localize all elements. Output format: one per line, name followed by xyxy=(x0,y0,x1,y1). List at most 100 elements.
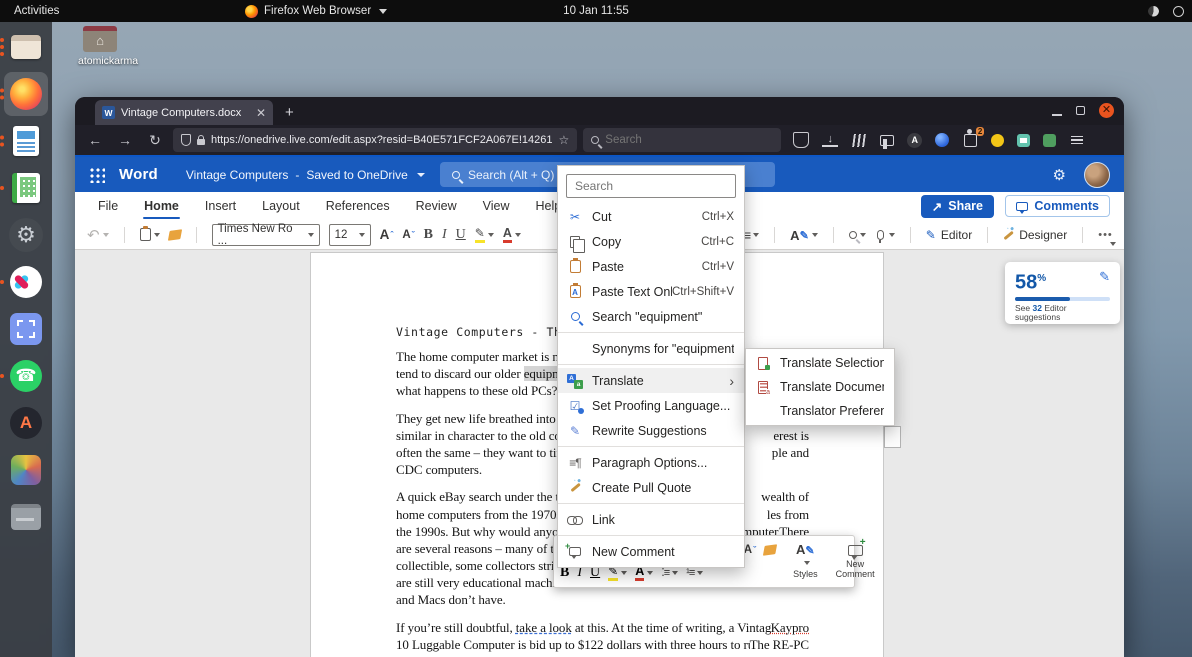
tray-status-icon[interactable] xyxy=(1148,6,1159,17)
tab-references[interactable]: References xyxy=(313,194,403,218)
tracking-shield-icon[interactable] xyxy=(181,134,191,146)
menu-item-paste-text-only[interactable]: APaste Text OnlyCtrl+Shift+V xyxy=(558,279,744,304)
menu-item-create-pull-quote[interactable]: Create Pull Quote xyxy=(558,475,744,500)
extension-icon-yellow[interactable] xyxy=(991,134,1004,147)
font-size-select[interactable]: 12 xyxy=(329,224,371,246)
account-icon[interactable]: A xyxy=(907,133,922,148)
word-app-name[interactable]: Word xyxy=(119,166,158,183)
context-menu-search[interactable] xyxy=(566,174,736,198)
paste-button[interactable] xyxy=(140,228,160,241)
extension-icon-green[interactable] xyxy=(1043,134,1056,147)
grow-font-button[interactable]: Aˆ xyxy=(380,227,394,242)
dock-item-slack[interactable] xyxy=(4,260,48,304)
new-comment-button[interactable]: New Comment xyxy=(829,536,882,587)
dictate-button[interactable] xyxy=(875,230,895,240)
share-button[interactable]: ↗ Share xyxy=(921,195,994,218)
font-color-button[interactable]: A xyxy=(503,226,521,243)
menu-item-search-equipment[interactable]: Search "equipment" xyxy=(558,304,744,329)
undo-button[interactable]: ↶ xyxy=(87,226,109,244)
tab-layout[interactable]: Layout xyxy=(249,194,313,218)
context-menu-search-input[interactable] xyxy=(575,179,727,193)
tab-insert[interactable]: Insert xyxy=(192,194,249,218)
library-icon[interactable] xyxy=(852,134,866,147)
dock-item-settings[interactable]: ⚙ xyxy=(4,213,48,257)
submenu-item-translator-preferences[interactable]: Translator Preferences... xyxy=(746,399,894,423)
account-avatar[interactable] xyxy=(1084,162,1110,188)
designer-button[interactable]: Designer xyxy=(1003,228,1067,242)
underline-button[interactable]: U xyxy=(456,227,466,243)
close-button[interactable]: ✕ xyxy=(1099,103,1114,118)
menu-item-set-proofing-language[interactable]: ☑Set Proofing Language... xyxy=(558,393,744,418)
menu-item-paragraph-options[interactable]: ≡¶Paragraph Options... xyxy=(558,450,744,475)
forward-button[interactable]: → xyxy=(113,132,137,148)
dock-item-app-a[interactable]: A xyxy=(4,401,48,445)
document-title[interactable]: Vintage Computers xyxy=(186,168,289,182)
spelling-suggestion[interactable]: Kaypro xyxy=(771,619,809,636)
save-status[interactable]: Saved to OneDrive xyxy=(306,168,407,182)
dock-item-drive[interactable] xyxy=(4,495,48,539)
extensions-puzzle-icon[interactable] xyxy=(964,134,977,147)
dock-item-libreoffice-calc[interactable] xyxy=(4,166,48,210)
tab-review[interactable]: Review xyxy=(403,194,470,218)
dock-item-files[interactable] xyxy=(4,25,48,69)
shrink-font-button[interactable]: Aˇ xyxy=(402,229,414,241)
url-text[interactable]: https://onedrive.live.com/edit.aspx?resi… xyxy=(211,134,553,146)
find-button[interactable] xyxy=(849,231,866,239)
submenu-item-translate-document[interactable]: Translate Document xyxy=(746,375,894,399)
clock[interactable]: 10 Jan 11:55 xyxy=(0,5,1192,17)
dock-item-whatsapp[interactable]: ☎ xyxy=(4,354,48,398)
tab-close-icon[interactable]: ✕ xyxy=(256,106,266,120)
bookmark-star-icon[interactable]: ☆ xyxy=(559,133,570,147)
format-painter-icon[interactable] xyxy=(763,544,777,556)
submenu-item-translate-selection[interactable]: Translate Selection xyxy=(746,351,894,375)
dock-item-photos[interactable] xyxy=(4,448,48,492)
app-launcher-waffle-icon[interactable] xyxy=(89,167,105,183)
new-tab-button[interactable]: + xyxy=(285,104,294,121)
menu-item-paste[interactable]: PasteCtrl+V xyxy=(558,254,744,279)
back-button[interactable]: ← xyxy=(83,132,107,148)
dock-item-screenshot[interactable] xyxy=(4,307,48,351)
privacy-shield-icon[interactable] xyxy=(793,132,809,148)
ribbon-more-button[interactable]: ••• xyxy=(1098,229,1113,241)
menu-item-translate[interactable]: Translate› xyxy=(558,368,744,393)
editor-button[interactable]: ✎Editor xyxy=(926,228,972,242)
url-bar[interactable]: https://onedrive.live.com/edit.aspx?resi… xyxy=(173,128,577,152)
dock-item-libreoffice-writer[interactable] xyxy=(4,119,48,163)
lock-icon[interactable] xyxy=(197,139,205,145)
minimize-button[interactable] xyxy=(1052,114,1062,116)
tray-power-icon[interactable] xyxy=(1173,6,1184,17)
menu-item-cut[interactable]: ✂CutCtrl+X xyxy=(558,204,744,229)
sync-extension-icon[interactable] xyxy=(935,133,949,147)
maximize-button[interactable] xyxy=(1076,106,1085,115)
browser-search-bar[interactable] xyxy=(583,128,781,152)
browser-tab[interactable]: W Vintage Computers.docx ✕ xyxy=(95,100,273,125)
italic-button[interactable]: I xyxy=(442,227,447,243)
browser-search-input[interactable] xyxy=(605,134,725,146)
font-name-select[interactable]: Times New Ro ... xyxy=(212,224,320,246)
highlight-button[interactable]: ✎ xyxy=(475,226,494,243)
menu-item-copy[interactable]: CopyCtrl+C xyxy=(558,229,744,254)
extension-icon-teal[interactable] xyxy=(1017,134,1030,147)
tab-file[interactable]: File xyxy=(85,194,131,218)
format-painter-button[interactable] xyxy=(169,230,181,240)
menu-hamburger-icon[interactable] xyxy=(1069,132,1085,148)
line-spacing-button[interactable]: ≡ xyxy=(743,227,759,243)
dock-item-firefox[interactable] xyxy=(4,72,48,116)
tab-home[interactable]: Home xyxy=(131,194,192,218)
downloads-icon[interactable]: ↓ xyxy=(822,134,838,147)
editor-score-card[interactable]: 58% ✎ See 32 Editor suggestions xyxy=(1005,262,1120,324)
reload-button[interactable]: ↻ xyxy=(143,132,167,149)
collapse-ribbon-chevron[interactable] xyxy=(1110,242,1116,246)
grammar-suggestion[interactable]: take a look xyxy=(516,620,572,635)
sidebar-icon[interactable] xyxy=(880,135,894,146)
tab-view[interactable]: View xyxy=(470,194,523,218)
styles-button[interactable]: A✎ xyxy=(790,228,818,243)
bullet-list-button[interactable]: ⁚≡ xyxy=(661,566,678,579)
document-title-bar[interactable]: Vintage Computers - Saved to OneDrive xyxy=(186,168,425,182)
menu-item-link[interactable]: Link xyxy=(558,507,744,532)
styles-button[interactable]: A✎ Styles xyxy=(786,536,825,587)
menu-item-rewrite-suggestions[interactable]: ✎Rewrite Suggestions xyxy=(558,418,744,443)
comments-button[interactable]: Comments xyxy=(1005,195,1110,217)
desktop-folder-atomickarma[interactable]: atomickarma xyxy=(78,26,122,67)
editor-suggestions-link[interactable]: See 32 Editor suggestions xyxy=(1015,304,1085,322)
